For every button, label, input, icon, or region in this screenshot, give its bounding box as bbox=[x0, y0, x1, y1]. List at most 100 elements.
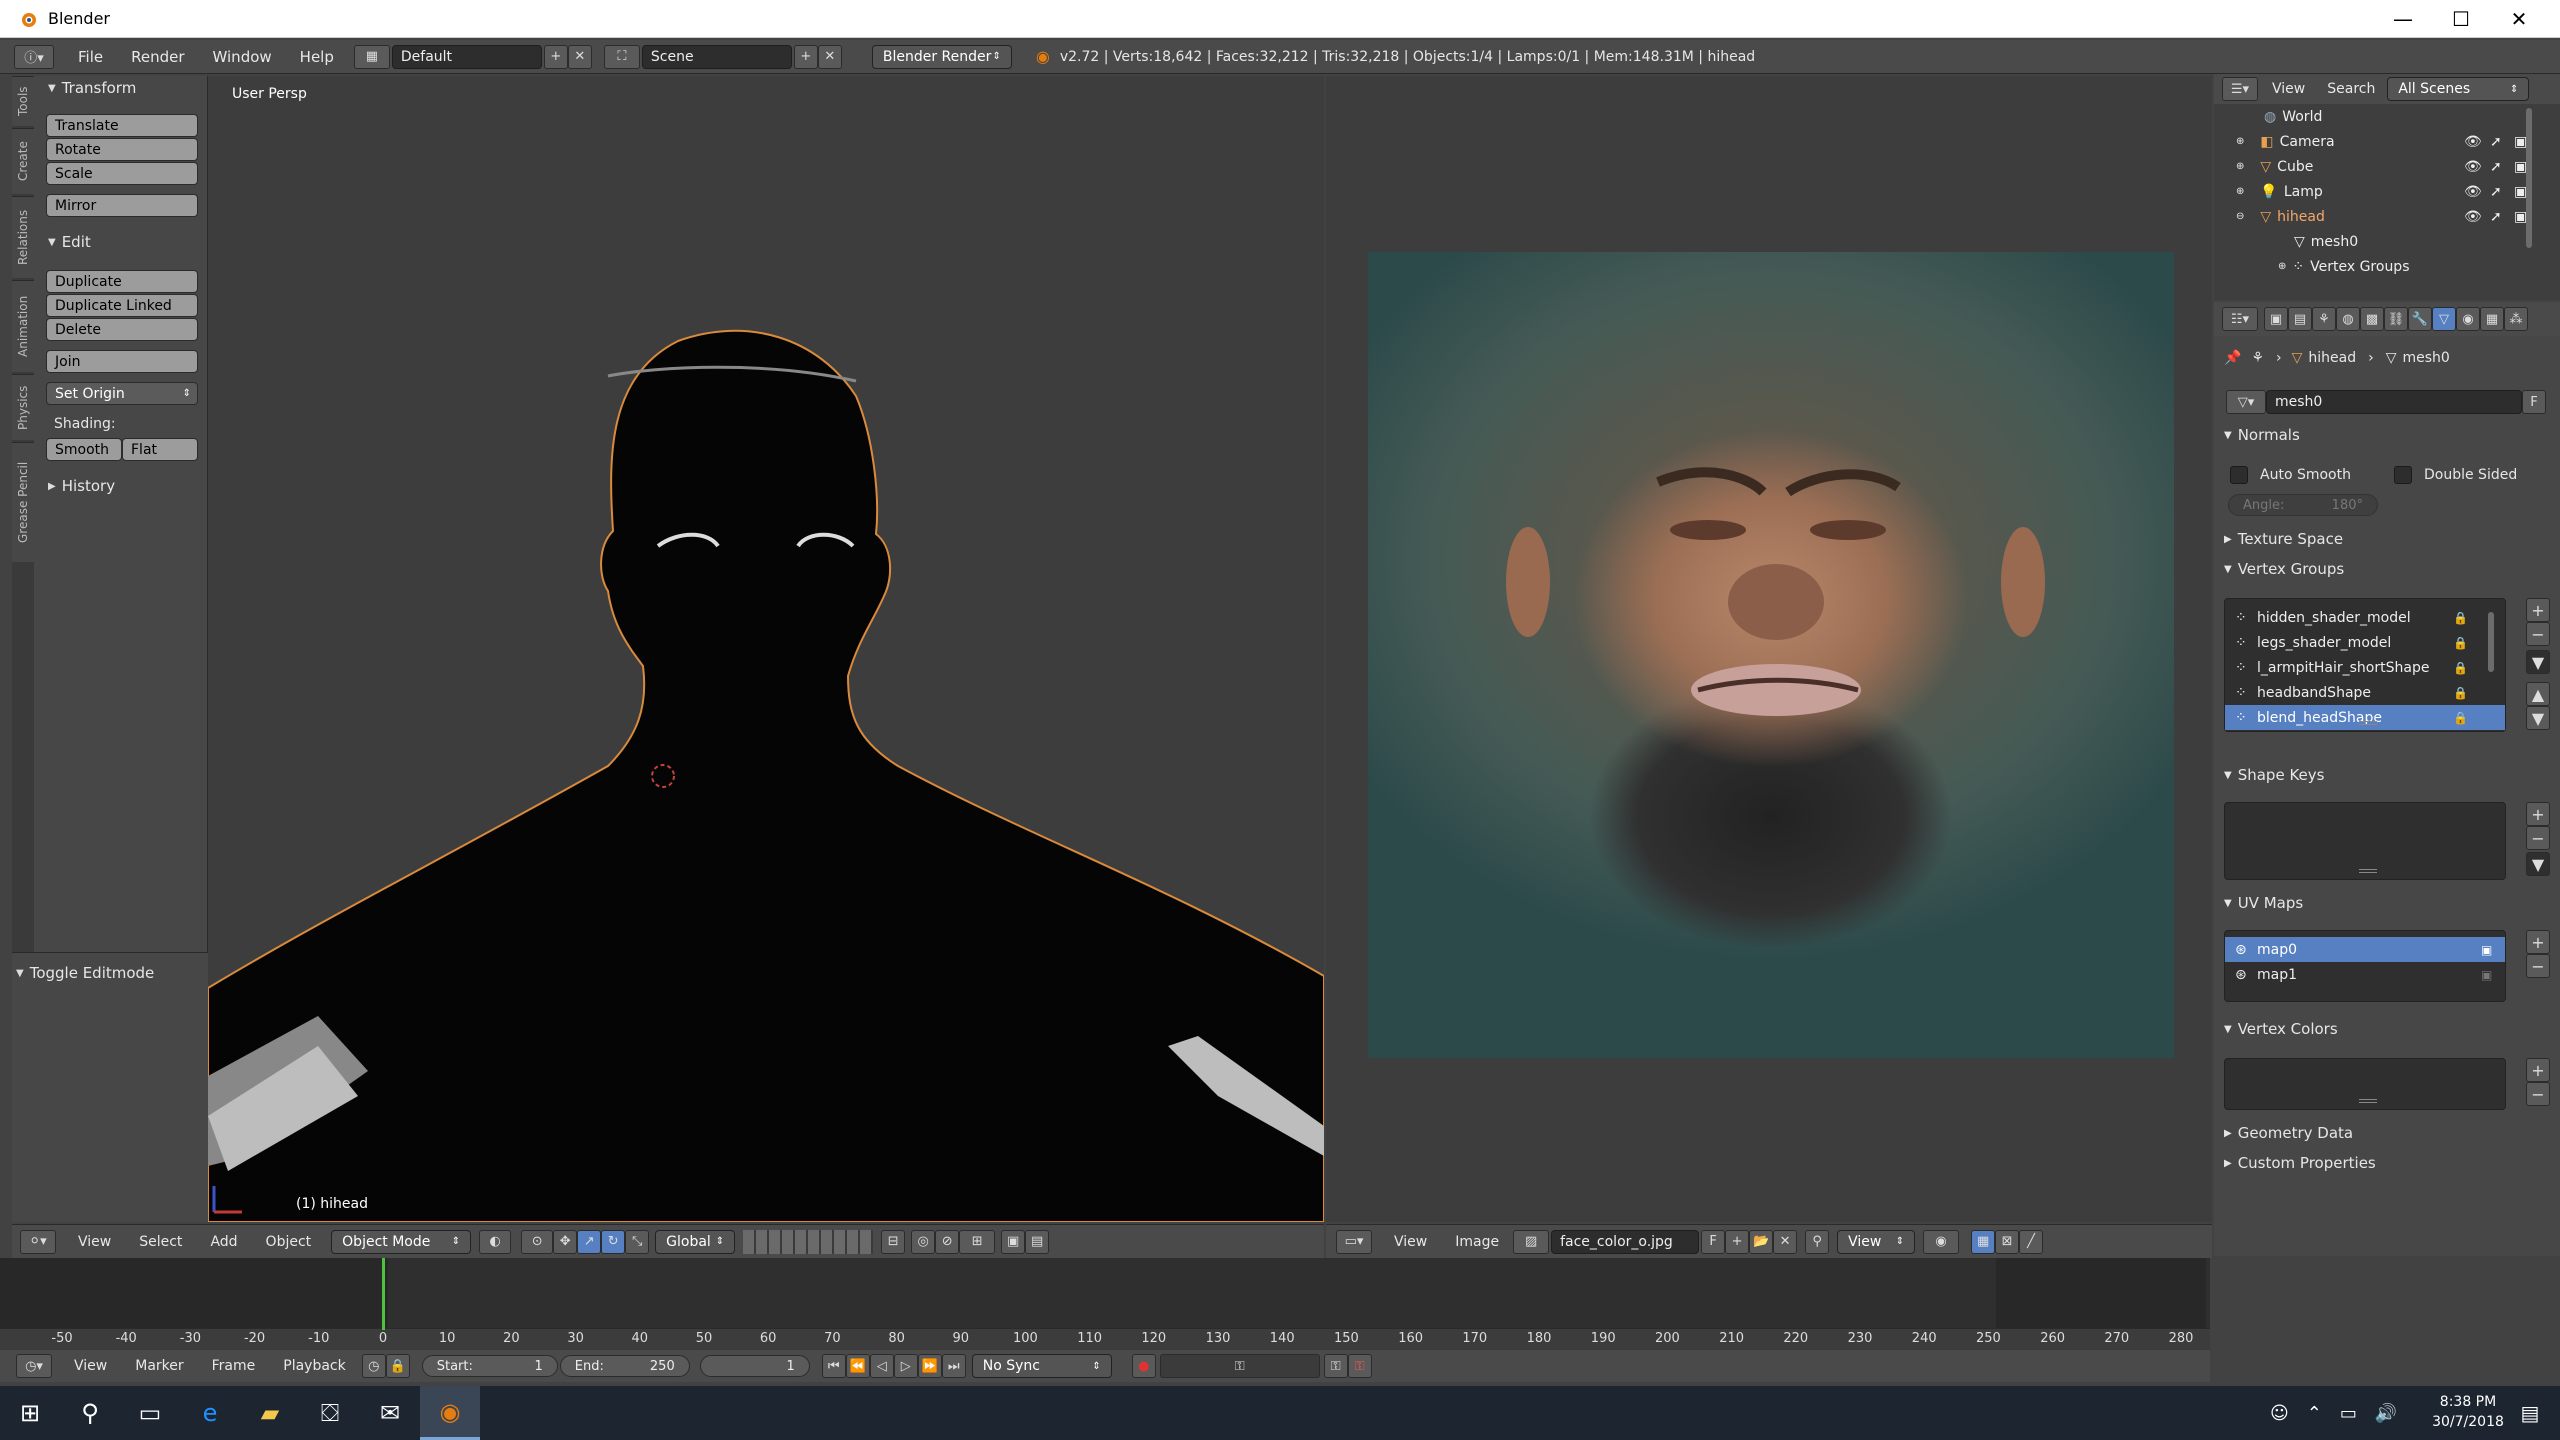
pin-image-icon[interactable]: ⚲ bbox=[1805, 1229, 1830, 1254]
join-button[interactable]: Join bbox=[46, 350, 198, 373]
transform-panel-header[interactable]: ▼ Transform bbox=[34, 76, 136, 100]
proportional-edit-icon[interactable]: ◎ bbox=[911, 1229, 936, 1254]
image-grid-icon[interactable]: ⊠ bbox=[1995, 1229, 2020, 1254]
vertex-groups-scrollbar[interactable] bbox=[2488, 612, 2494, 672]
image-menu-view[interactable]: View bbox=[1380, 1234, 1441, 1250]
render-animation-icon[interactable]: ▤ bbox=[1025, 1229, 1050, 1254]
lock-icon[interactable]: 🔒 bbox=[2453, 711, 2468, 725]
pin-icon[interactable]: 📌 bbox=[2224, 350, 2241, 366]
timeline-menu-marker[interactable]: Marker bbox=[121, 1358, 197, 1374]
play-reverse-icon[interactable]: ◁ bbox=[869, 1354, 894, 1378]
render-preview-icon[interactable]: ▣ bbox=[1001, 1229, 1026, 1254]
add-scene-icon[interactable]: + bbox=[793, 44, 818, 69]
normals-panel-header[interactable]: ▼ Normals bbox=[2224, 426, 2554, 444]
tab-physics[interactable]: Physics bbox=[12, 374, 34, 440]
volume-icon[interactable]: 🔊 bbox=[2375, 1403, 2397, 1424]
rotate-button[interactable]: Rotate bbox=[46, 138, 198, 161]
chevron-up-icon[interactable]: ⌃ bbox=[2307, 1403, 2322, 1424]
modifiers-tab-icon[interactable]: 🔧 bbox=[2408, 307, 2432, 331]
mail-icon[interactable]: ✉ bbox=[360, 1386, 420, 1440]
manipulator-icon[interactable]: ✥ bbox=[553, 1229, 578, 1254]
current-frame-field[interactable]: 1 bbox=[699, 1355, 810, 1377]
editor-type-3dview-icon[interactable]: ⚪▾ bbox=[20, 1229, 56, 1254]
viewport-menu-add[interactable]: Add bbox=[196, 1234, 251, 1250]
end-frame-field[interactable]: End: 250 bbox=[559, 1355, 690, 1377]
lock-icon[interactable]: 🔒 bbox=[2453, 686, 2468, 700]
outliner-menu-search[interactable]: Search bbox=[2319, 81, 2383, 97]
insert-keyframe-icon[interactable]: ⚿ bbox=[1323, 1354, 1348, 1378]
timeline-menu-view[interactable]: View bbox=[60, 1358, 121, 1374]
scene-icon[interactable]: ⛶ bbox=[603, 44, 640, 69]
menu-render[interactable]: Render bbox=[117, 48, 198, 66]
unlink-image-icon[interactable]: ✕ bbox=[1773, 1229, 1798, 1254]
sync-mode-select[interactable]: No Sync ⇕ bbox=[971, 1354, 1112, 1378]
viewport-menu-select[interactable]: Select bbox=[125, 1234, 196, 1250]
maximize-button[interactable]: ☐ bbox=[2432, 0, 2490, 38]
rotate-manipulator-icon[interactable]: ↻ bbox=[601, 1229, 626, 1254]
texture-tab-icon[interactable]: ▦ bbox=[2480, 307, 2504, 331]
people-icon[interactable]: ☺ bbox=[2270, 1403, 2289, 1424]
tab-create[interactable]: Create bbox=[12, 128, 34, 194]
timeline-menu-playback[interactable]: Playback bbox=[269, 1358, 359, 1374]
fake-user-button[interactable]: F bbox=[1701, 1229, 1726, 1254]
uv-map-item-selected[interactable]: ⊛ map0 ▣ bbox=[2225, 937, 2505, 962]
store-icon[interactable]: ⛋ bbox=[300, 1386, 360, 1440]
delete-keyframe-icon[interactable]: ⚿ bbox=[1347, 1354, 1372, 1378]
editor-type-timeline-icon[interactable]: ◷▾ bbox=[16, 1354, 52, 1378]
vertex-group-item[interactable]: ⁘ headbandShape 🔒 bbox=[2225, 680, 2505, 705]
jump-start-icon[interactable]: ⏮ bbox=[821, 1354, 846, 1378]
set-origin-select[interactable]: Set Origin ⇕ bbox=[46, 382, 198, 405]
active-render-camera-icon[interactable]: ▣ bbox=[2481, 943, 2492, 957]
angle-field[interactable]: Angle: 180° bbox=[2228, 494, 2378, 516]
shape-key-specials-icon[interactable]: ▼ bbox=[2526, 852, 2550, 876]
outliner-menu-view[interactable]: View bbox=[2258, 81, 2319, 97]
viewport-menu-view[interactable]: View bbox=[64, 1234, 125, 1250]
visibility-eye-icon[interactable]: 👁 bbox=[2464, 159, 2482, 175]
translate-button[interactable]: Translate bbox=[46, 114, 198, 137]
scale-manipulator-icon[interactable]: ⤡ bbox=[625, 1229, 650, 1254]
timeline[interactable]: -50 -40 -30 -20 -10 0 10 20 30 40 50 60 70 80 90 100 110… bbox=[0, 1258, 2210, 1350]
record-icon[interactable]: ● bbox=[1131, 1354, 1156, 1378]
transform-orientation-select[interactable]: Global ⇕ bbox=[655, 1229, 736, 1254]
edit-panel-header[interactable]: ▼ Edit bbox=[34, 230, 91, 254]
world-tab-icon[interactable]: ◍ bbox=[2336, 307, 2360, 331]
uv-map-item[interactable]: ⊛ map1 ▣ bbox=[2225, 962, 2505, 987]
render-tab-icon[interactable]: ▣ bbox=[2264, 307, 2288, 331]
uv-maps-panel-header[interactable]: ▼ UV Maps bbox=[2224, 894, 2554, 912]
list-resize-handle[interactable] bbox=[2359, 869, 2377, 873]
viewport-shading-icon[interactable]: ◐ bbox=[479, 1229, 512, 1254]
outliner-row-world[interactable]: ◍ World bbox=[2214, 104, 2540, 129]
start-frame-field[interactable]: Start: 1 bbox=[421, 1355, 558, 1377]
mirror-button[interactable]: Mirror bbox=[46, 194, 198, 217]
visibility-eye-icon[interactable]: 👁 bbox=[2464, 184, 2482, 200]
outliner-row-hihead[interactable]: ⊖ ▽ hihead 👁 ➚ ▣ bbox=[2214, 204, 2540, 229]
geometry-data-panel-header[interactable]: ▶ Geometry Data bbox=[2224, 1124, 2554, 1142]
remove-shape-key-button[interactable]: − bbox=[2526, 826, 2550, 850]
snap-element-icon[interactable]: ⊞ bbox=[959, 1229, 996, 1254]
render-engine-select[interactable]: Blender Render ⇕ bbox=[871, 44, 1012, 69]
notifications-icon[interactable]: ▤ bbox=[2500, 1386, 2560, 1440]
outliner-row-cube[interactable]: ⊕ ▽ Cube 👁 ➚ ▣ bbox=[2214, 154, 2540, 179]
outliner-row-vertex-groups[interactable]: ⊕ ⁘ Vertex Groups bbox=[2214, 254, 2540, 279]
image-browse-icon[interactable]: ▨ bbox=[1513, 1229, 1550, 1254]
3d-viewport[interactable]: User Persp (1) hihead bbox=[208, 76, 1324, 1222]
vertex-group-specials-icon[interactable]: ▼ bbox=[2526, 650, 2550, 674]
add-vertex-group-button[interactable]: + bbox=[2526, 598, 2550, 622]
play-icon[interactable]: ▷ bbox=[893, 1354, 918, 1378]
layers-grid[interactable] bbox=[743, 1229, 874, 1254]
outliner-row-camera[interactable]: ⊕ ◧ Camera 👁 ➚ ▣ bbox=[2214, 129, 2540, 154]
history-panel-header[interactable]: ▶ History bbox=[34, 474, 115, 498]
menu-help[interactable]: Help bbox=[286, 48, 348, 66]
active-render-camera-icon[interactable]: ▣ bbox=[2481, 968, 2492, 982]
shape-keys-panel-header[interactable]: ▼ Shape Keys bbox=[2224, 766, 2554, 784]
mesh-data-tab-icon[interactable]: ▽ bbox=[2432, 307, 2456, 331]
editor-type-properties-icon[interactable]: ☷▾ bbox=[2222, 307, 2258, 331]
preview-range-icon[interactable]: ◷ bbox=[361, 1354, 386, 1378]
visibility-eye-icon[interactable]: 👁 bbox=[2464, 134, 2482, 150]
duplicate-linked-button[interactable]: Duplicate Linked bbox=[46, 294, 198, 317]
windows-start-icon[interactable]: ⊞ bbox=[0, 1386, 60, 1440]
add-shape-key-button[interactable]: + bbox=[2526, 802, 2550, 826]
smooth-button[interactable]: Smooth bbox=[46, 438, 122, 461]
translate-manipulator-icon[interactable]: ↗ bbox=[577, 1229, 602, 1254]
paint-mode-icon[interactable]: ╱ bbox=[2019, 1229, 2044, 1254]
